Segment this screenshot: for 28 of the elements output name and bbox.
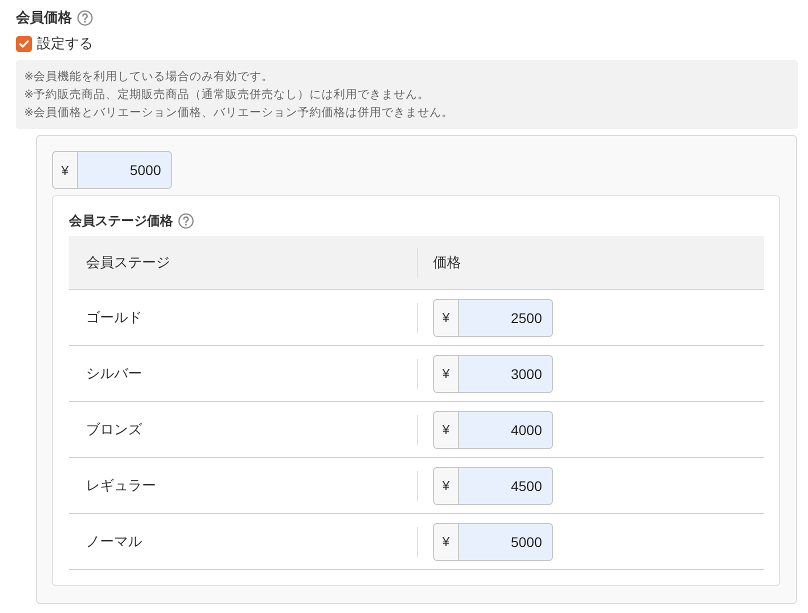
price-input[interactable]: 5000 xyxy=(77,151,172,189)
section-title: 会員価格 xyxy=(16,9,72,27)
checkbox-label[interactable]: 設定する xyxy=(37,35,93,53)
currency-prefix: ¥ xyxy=(433,466,458,504)
checkbox[interactable] xyxy=(16,36,32,52)
currency-prefix: ¥ xyxy=(433,354,458,392)
price-input[interactable]: 4000 xyxy=(458,410,553,448)
price-input[interactable]: 3000 xyxy=(458,354,553,392)
price-input[interactable]: 5000 xyxy=(458,522,553,560)
table-cell: ノーマル xyxy=(86,532,142,548)
table-cell: シルバー xyxy=(86,364,142,380)
notice-text: ※会員価格とバリエーション価格、バリエーション予約価格は併用できません。 xyxy=(24,106,455,121)
price-input[interactable]: 4500 xyxy=(458,466,553,504)
notice-text: ※予約販売商品、定期販売商品（通常販売併売なし）には利用できません。 xyxy=(24,87,431,103)
currency-prefix: ¥ xyxy=(433,410,458,448)
currency-prefix: ¥ xyxy=(52,151,77,189)
table-cell: レギュラー xyxy=(86,476,156,492)
price-input[interactable]: 2500 xyxy=(458,298,553,336)
column-header: 価格 xyxy=(433,254,461,272)
currency-prefix: ¥ xyxy=(433,298,458,336)
help-icon[interactable] xyxy=(178,213,194,229)
column-header: 会員ステージ xyxy=(86,254,170,270)
currency-prefix: ¥ xyxy=(433,522,458,560)
card-title: 会員ステージ価格 xyxy=(69,212,173,230)
table-cell: ブロンズ xyxy=(86,420,142,436)
notice-text: ※会員機能を利用している場合のみ有効です。 xyxy=(24,70,275,85)
table-cell: ゴールド xyxy=(86,308,142,324)
help-icon[interactable] xyxy=(77,10,93,26)
